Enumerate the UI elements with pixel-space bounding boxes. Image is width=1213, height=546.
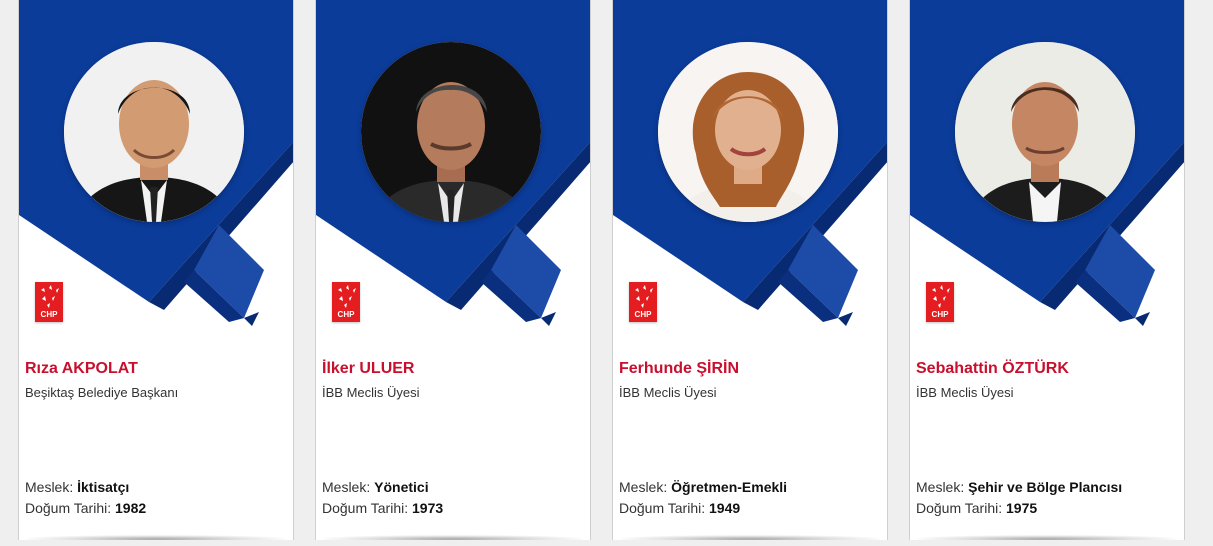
candidate-birth: Doğum Tarihi: 1973 <box>322 499 586 517</box>
birth-label: Doğum Tarihi: <box>916 500 1003 516</box>
card-shadow <box>918 535 1176 540</box>
candidate-photo <box>361 42 541 222</box>
birth-label: Doğum Tarihi: <box>619 500 706 516</box>
birth-year: 1982 <box>115 500 147 516</box>
birth-year: 1973 <box>412 500 444 516</box>
candidate-name: Sebahattin ÖZTÜRK <box>916 360 1069 377</box>
candidate-role: İBB Meclis Üyesi <box>916 385 1014 400</box>
candidate-birth: Doğum Tarihi: 1975 <box>916 499 1180 517</box>
candidate-job: Meslek: Öğretmen-Emekli <box>619 478 883 496</box>
card-shadow <box>621 535 879 540</box>
svg-text:CHP: CHP <box>635 310 653 319</box>
svg-text:CHP: CHP <box>338 310 356 319</box>
candidate-job: Meslek: Şehir ve Bölge Plancısı <box>916 478 1180 496</box>
chp-logo: CHP <box>926 282 954 322</box>
candidate-name: Rıza AKPOLAT <box>25 360 138 377</box>
job-label: Meslek: <box>619 479 668 495</box>
candidate-name: Ferhunde ŞİRİN <box>619 360 740 377</box>
candidate-birth: Doğum Tarihi: 1982 <box>25 499 289 517</box>
candidate-name: İlker ULUER <box>322 360 415 377</box>
card-shadow <box>324 535 582 540</box>
job-value: İktisatçı <box>77 479 130 495</box>
candidate-role: İBB Meclis Üyesi <box>322 385 420 400</box>
birth-year: 1949 <box>709 500 741 516</box>
candidate-card-4[interactable]: CHP Sebahattin ÖZTÜRK İBB Meclis Üyesi M… <box>909 0 1185 540</box>
candidate-birth: Doğum Tarihi: 1949 <box>619 499 883 517</box>
candidate-job: Meslek: Yönetici <box>322 478 586 496</box>
svg-text:CHP: CHP <box>41 310 59 319</box>
chp-logo: CHP <box>35 282 63 322</box>
candidate-role: İBB Meclis Üyesi <box>619 385 717 400</box>
job-label: Meslek: <box>916 479 965 495</box>
candidate-job: Meslek: İktisatçı <box>25 478 289 496</box>
candidate-role: Beşiktaş Belediye Başkanı <box>25 385 179 400</box>
candidate-card-3[interactable]: CHP Ferhunde ŞİRİN İBB Meclis Üyesi Mesl… <box>612 0 888 540</box>
job-label: Meslek: <box>25 479 74 495</box>
job-value: Yönetici <box>374 479 429 495</box>
candidate-photo <box>658 42 838 222</box>
chp-logo: CHP <box>629 282 657 322</box>
candidate-card-1[interactable]: CHP Rıza AKPOLAT Beşiktaş Belediye Başka… <box>18 0 294 540</box>
chp-logo: CHP <box>332 282 360 322</box>
job-label: Meslek: <box>322 479 371 495</box>
job-value: Şehir ve Bölge Plancısı <box>968 479 1123 495</box>
birth-label: Doğum Tarihi: <box>322 500 409 516</box>
svg-text:CHP: CHP <box>932 310 950 319</box>
birth-year: 1975 <box>1006 500 1038 516</box>
candidate-photo <box>64 42 244 222</box>
candidate-card-2[interactable]: CHP İlker ULUER İBB Meclis Üyesi Meslek:… <box>315 0 591 540</box>
candidate-cards: CHP Rıza AKPOLAT Beşiktaş Belediye Başka… <box>18 0 1198 546</box>
birth-label: Doğum Tarihi: <box>25 500 112 516</box>
job-value: Öğretmen-Emekli <box>671 479 788 495</box>
card-shadow <box>27 535 285 540</box>
candidate-photo <box>955 42 1135 222</box>
